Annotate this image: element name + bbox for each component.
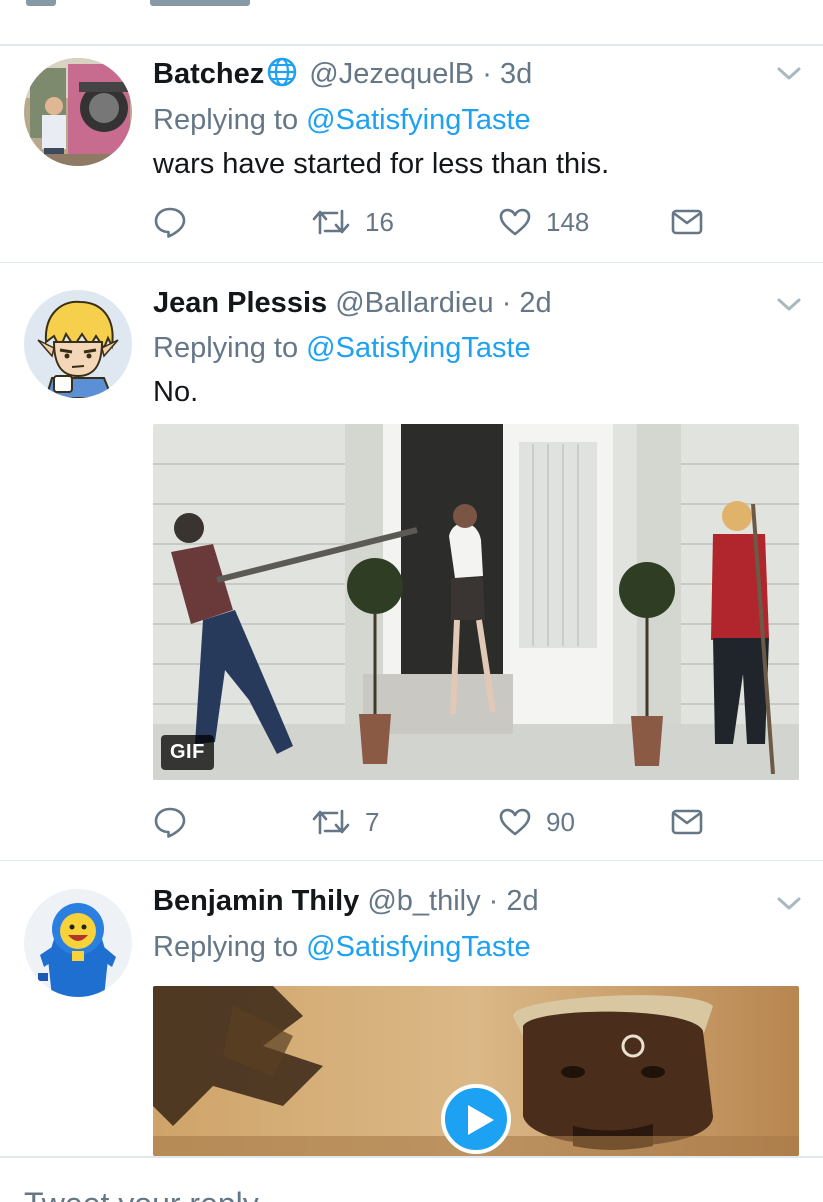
gif-frame [153,424,799,780]
gif-media[interactable]: GIF [153,424,799,780]
globe-icon [265,57,299,96]
replying-to: Replying to @SatisfyingTaste [153,330,531,366]
heart-icon [498,807,532,837]
display-name[interactable]: Batchez [153,58,264,90]
tweet-benjamin-thily[interactable]: Benjamin Thily @b_thily · 2d Replying to… [0,861,823,1156]
replying-prefix: Replying to [153,931,307,963]
avatar[interactable] [24,290,132,398]
replying-to: Replying to @SatisfyingTaste [153,929,531,965]
avatar[interactable] [24,889,132,997]
reply-compose-bar[interactable]: Tweet your reply [0,1156,823,1202]
tweet-header: Benjamin Thily @b_thily · 2d [153,883,539,919]
chevron-down-icon[interactable] [776,64,802,84]
timestamp[interactable]: 3d [500,58,532,90]
user-handle[interactable]: @b_thily [367,885,480,917]
separator: · [482,58,492,90]
retweet-icon [311,807,351,837]
replying-prefix: Replying to [153,332,307,364]
replying-to: Replying to @SatisfyingTaste [153,102,531,138]
avatar[interactable] [24,58,132,166]
retweet-icon [311,207,351,237]
timestamp[interactable]: 2d [506,885,538,917]
tweet-header: Batchez @JezequelB · 3d [153,56,532,96]
reply-icon [153,205,187,239]
previous-tweet-stub [0,0,823,46]
heart-icon [498,207,532,237]
chevron-down-icon[interactable] [776,894,802,914]
separator: · [501,287,512,319]
previous-tweet-action [26,0,56,6]
tweet-actions: 7 90 [153,802,713,842]
chevron-down-icon[interactable] [776,295,802,315]
video-media[interactable] [153,986,799,1156]
like-count: 148 [546,206,590,237]
previous-tweet-action [150,0,250,6]
envelope-icon [670,808,704,836]
retweet-count: 16 [365,206,394,237]
retweet-count: 7 [365,806,380,837]
replying-to-mention[interactable]: @SatisfyingTaste [306,931,530,963]
tweet-text: wars have started for less than this. [153,148,610,180]
timestamp[interactable]: 2d [519,287,551,319]
gif-badge: GIF [161,735,214,770]
play-button[interactable] [441,1084,511,1154]
direct-message-button[interactable] [670,802,704,842]
retweet-button[interactable]: 16 [311,202,394,242]
tweet-jean-plessis[interactable]: Jean Plessis @Ballardieu · 2d Replying t… [0,263,823,861]
like-count: 90 [546,806,575,837]
reply-button[interactable] [153,202,187,242]
tweet-actions: 16 148 [153,202,713,242]
like-button[interactable]: 90 [498,802,575,842]
replying-to-mention[interactable]: @SatisfyingTaste [306,332,530,364]
retweet-button[interactable]: 7 [311,802,379,842]
replying-to-mention[interactable]: @SatisfyingTaste [306,104,530,136]
replying-prefix: Replying to [153,104,307,136]
tweet-header: Jean Plessis @Ballardieu · 2d [153,285,552,321]
reply-icon [153,805,187,839]
direct-message-button[interactable] [670,202,704,242]
user-handle[interactable]: @Ballardieu [335,287,493,319]
display-name[interactable]: Jean Plessis [153,287,327,319]
tweet-batchez[interactable]: Batchez @JezequelB · 3d Replying to @Sat… [0,46,823,263]
display-name[interactable]: Benjamin Thily [153,885,359,917]
tweet-text: No. [153,376,199,408]
envelope-icon [670,208,704,236]
like-button[interactable]: 148 [498,202,589,242]
reply-button[interactable] [153,802,187,842]
separator: · [488,885,499,917]
user-handle[interactable]: @JezequelB [309,58,474,90]
